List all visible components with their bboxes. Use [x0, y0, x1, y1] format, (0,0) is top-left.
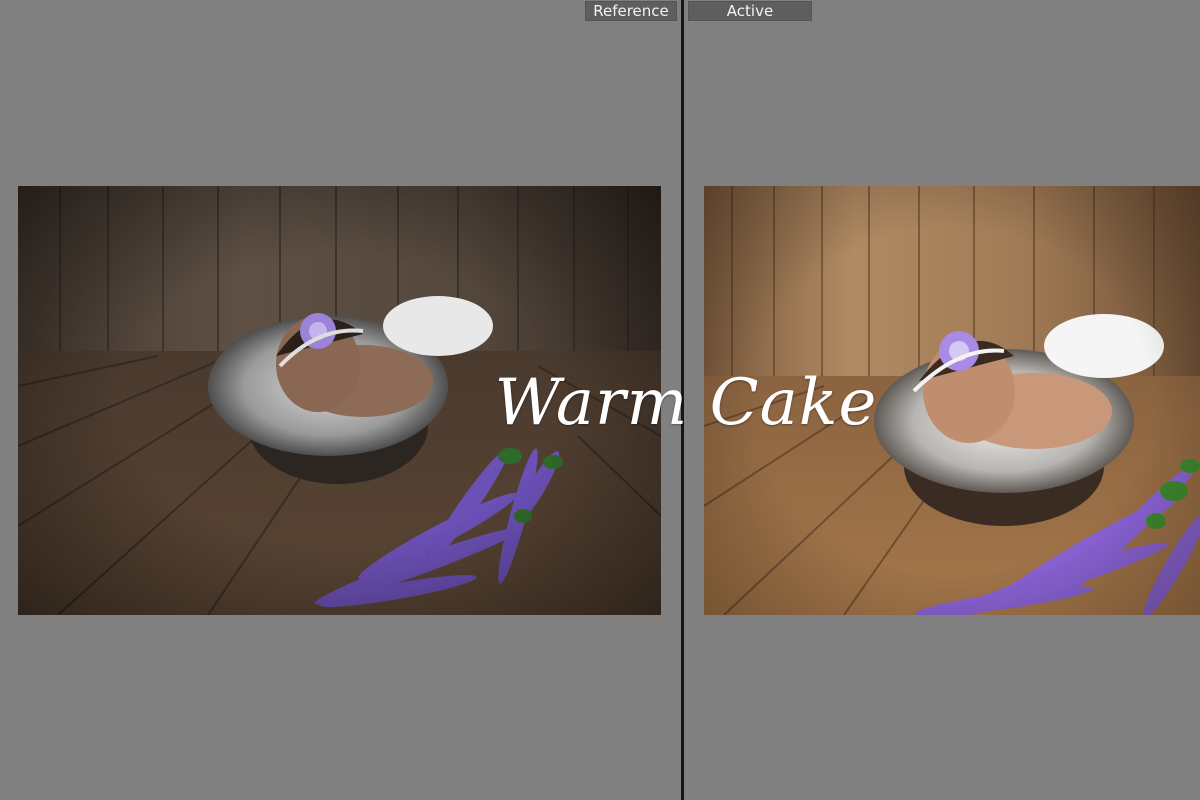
reference-label[interactable]: Reference: [585, 1, 677, 21]
compare-divider: [681, 0, 684, 800]
active-photo[interactable]: [704, 186, 1200, 615]
reference-photo-image: [18, 186, 661, 615]
reference-photo[interactable]: [18, 186, 661, 615]
active-photo-image: [704, 186, 1200, 615]
compare-view: Reference Active Warm Cake: [0, 0, 1200, 800]
active-label[interactable]: Active: [688, 1, 812, 21]
